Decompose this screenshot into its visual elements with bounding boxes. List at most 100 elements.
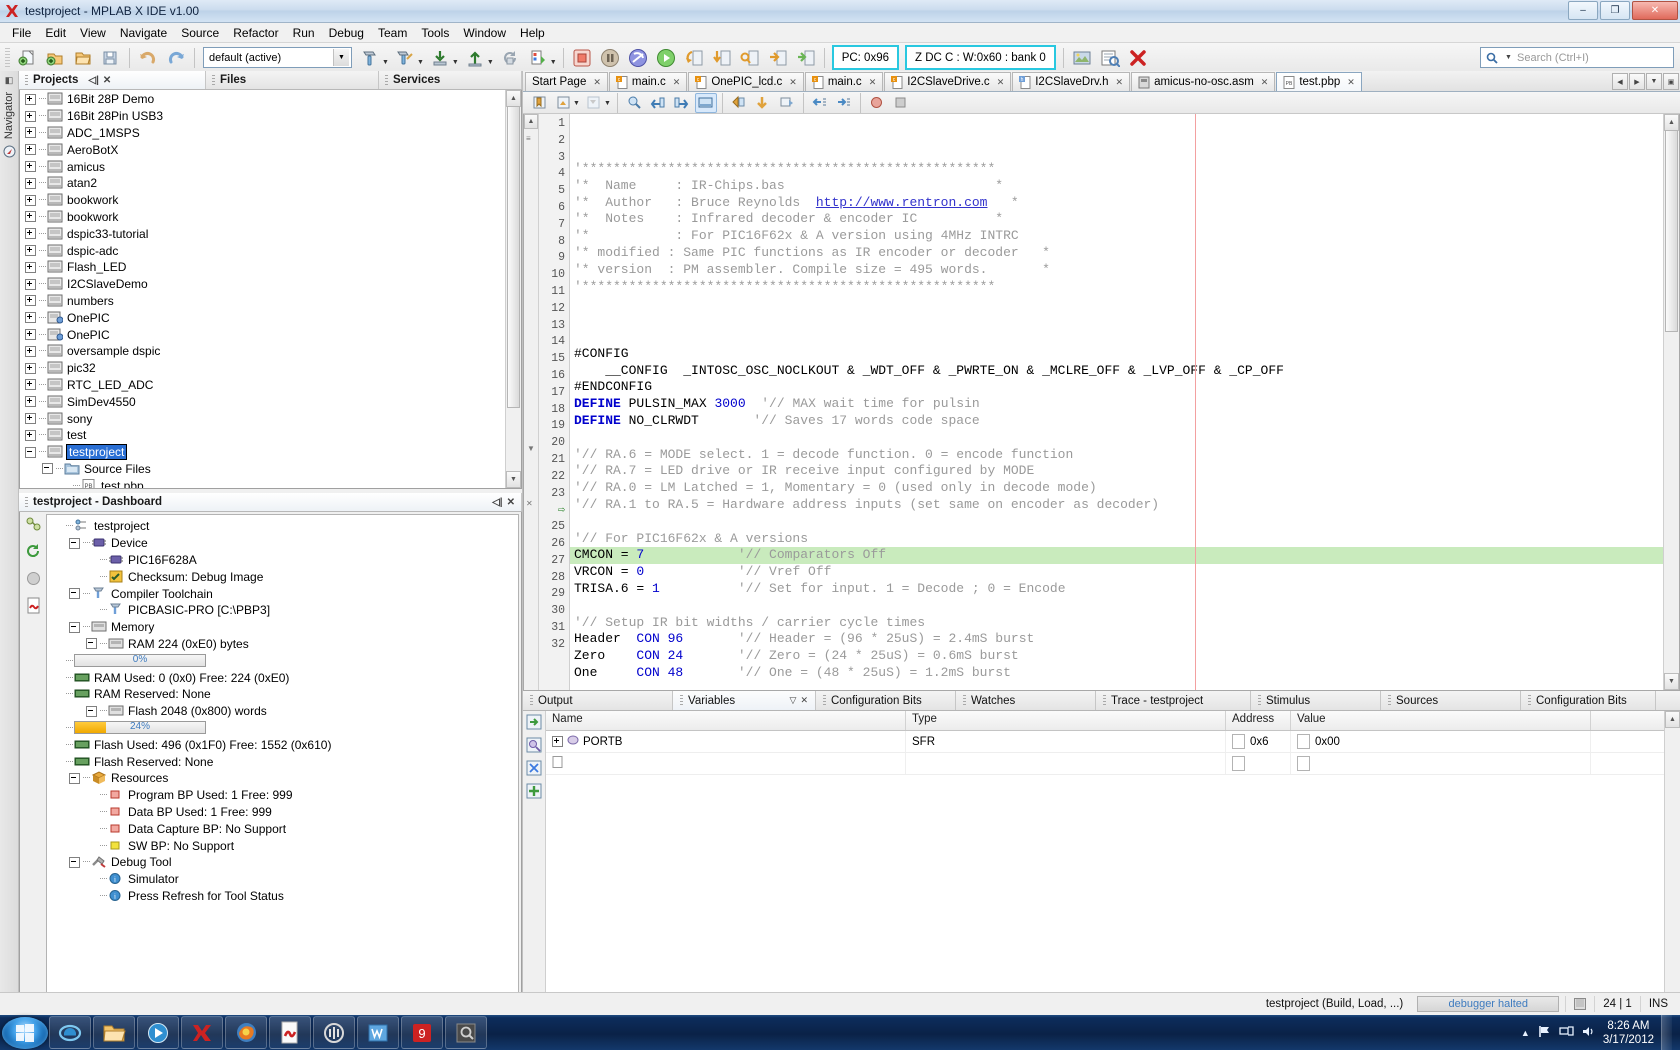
expand-plus-icon[interactable] [24,110,37,123]
watch-view-icon[interactable] [1097,45,1123,71]
menu-view[interactable]: View [73,24,113,42]
variables-scrollbar[interactable]: ▲ ▼ [1664,711,1680,1015]
code-line[interactable]: DEFINE NO_CLRWDT '// Saves 17 words code… [570,413,1679,430]
close-tab-icon[interactable]: ✕ [789,77,797,88]
project-tree-item-row[interactable]: dspic33-tutorial [24,225,521,242]
editor-vscrollbar[interactable]: ▲ ▼ [1663,114,1679,690]
project-tree-item-row[interactable]: Flash_LED [24,259,521,276]
editor-strip-arrow[interactable]: ▼ [527,444,535,453]
project-tree-item-row[interactable]: OnePIC [24,326,521,343]
add-watch-icon[interactable] [526,737,542,756]
watch-table[interactable]: NameTypeAddressValue PORTBSFR0x60x00 [546,711,1664,1015]
close-panel-icon[interactable]: ✕ [507,497,515,508]
address-edit-box[interactable] [1232,734,1245,749]
dashboard-item-row[interactable]: Program BP Used: 1 Free: 999 [51,787,518,804]
navigator-collapse-icon[interactable]: ◧ [5,75,14,86]
editor-left-strip[interactable]: ▲ ≡ ▼ ✕ [524,114,539,690]
taskbar-app-icon[interactable] [313,1016,355,1049]
clean-build-icon[interactable] [392,45,418,71]
editor-tab[interactable]: cOnePIC_lcd.c✕ [688,72,804,91]
projects-tree-panel[interactable]: 16Bit 28P Demo16Bit 28Pin USB3ADC_1MSPSA… [19,90,522,489]
dashboard-item-row[interactable]: RAM Reserved: None [51,686,518,703]
project-tree-item-row[interactable]: pic32 [24,360,521,377]
close-tab-icon[interactable]: ✕ [1261,77,1269,88]
dock-tab[interactable]: Stimulus [1251,691,1381,710]
project-tree-item-row[interactable]: test [24,427,521,444]
project-tree-item-row[interactable]: oversample dspic [24,343,521,360]
projects-scrollbar[interactable]: ▲ ▼ [505,90,521,488]
code-content[interactable]: '***************************************… [570,114,1679,690]
editor-tab[interactable]: cmain.c✕ [609,72,687,91]
expand-plus-icon[interactable] [24,210,37,223]
close-tab-icon[interactable]: ✕ [1116,77,1124,88]
code-line[interactable]: CMCON = 7 '// Comparators Off [570,547,1679,564]
expand-plus-icon[interactable] [24,194,37,207]
scroll-up-icon[interactable]: ▲ [1665,711,1680,728]
new-file-icon[interactable] [14,45,40,71]
tab-list-icon[interactable]: ▼ [1646,73,1662,90]
watch-address-cell[interactable]: 0x6 [1226,731,1291,752]
previous-edit-icon[interactable] [809,93,831,113]
project-tree-item-row[interactable]: ADC_1MSPS [24,125,521,142]
project-tree-item-row[interactable]: RTC_LED_ADC [24,377,521,394]
expand-plus-icon[interactable] [24,294,37,307]
dashboard-item-row[interactable]: 0% [51,652,518,669]
tray-network-icon[interactable] [1559,1024,1574,1042]
close-tab-icon[interactable]: ✕ [593,77,601,88]
code-line[interactable]: '* : For PIC16F62x & A version using 4MH… [570,228,1679,245]
collapse-minus-icon[interactable] [85,705,98,718]
start-button[interactable] [2,1017,48,1049]
shift-right-icon[interactable] [752,93,774,113]
project-tree-item-row[interactable]: amicus [24,158,521,175]
search-box[interactable]: ▼ Search (Ctrl+I) [1480,47,1674,68]
expand-plus-icon[interactable] [24,378,37,391]
reset-debug-icon[interactable] [625,45,651,71]
watch-column-header[interactable]: Value [1291,711,1591,730]
shift-left-icon[interactable] [728,93,750,113]
dashboard-item-row[interactable]: Resources [51,770,518,787]
code-line[interactable]: '// RA.6 = MODE select. 1 = decode funct… [570,447,1679,464]
collapse-minus-icon[interactable] [68,621,81,634]
make-and-program-icon[interactable] [427,45,453,71]
step-over-icon[interactable] [681,45,707,71]
dock-tab[interactable]: Configuration Bits [1521,691,1656,710]
continue-debug-icon[interactable] [653,45,679,71]
project-properties-icon[interactable] [25,516,42,536]
expand-plus-icon[interactable] [24,261,37,274]
toggle-breakpoint-icon[interactable] [866,93,888,113]
watch-name-cell[interactable] [546,753,906,774]
code-line[interactable]: '* Name : IR-Chips.bas * [570,178,1679,195]
expand-plus-icon[interactable] [24,126,37,139]
expand-plus-icon[interactable] [24,328,37,341]
dashboard-item-row[interactable]: Device [51,535,518,552]
code-line[interactable] [570,295,1679,312]
maximize-button[interactable]: ❐ [1600,1,1630,20]
expand-plus-icon[interactable] [24,177,37,190]
collapse-minus-icon[interactable] [68,772,81,785]
dock-tab[interactable]: Output [523,691,673,710]
dashboard-tree-container[interactable]: testprojectDevicePIC16F628AChecksum: Deb… [46,514,519,1012]
code-line[interactable]: VRCON = 0 '// Vref Off [570,564,1679,581]
code-line[interactable]: __CONFIG _INTOSC_OSC_NOCLKOUT & _WDT_OFF… [570,363,1679,380]
taskbar-pdf-icon[interactable] [269,1016,311,1049]
code-line[interactable]: #CONFIG [570,346,1679,363]
tab-scroll-left-icon[interactable]: ◀ [1612,73,1628,90]
delete-breakpoints-icon[interactable] [1125,45,1151,71]
tray-volume-icon[interactable] [1581,1024,1596,1042]
build-project-icon[interactable] [357,45,383,71]
expand-plus-icon[interactable] [24,143,37,156]
code-line[interactable]: '// RA.0 = LM Latched = 1, Momentary = 0… [570,480,1679,497]
maximize-editor-icon[interactable]: ▣ [1663,73,1679,90]
dashboard-item-row[interactable]: 24% [51,720,518,737]
dashboard-item-row[interactable]: testproject [51,518,518,535]
taskbar-utility-icon[interactable] [445,1016,487,1049]
minimize-panel-icon[interactable]: ◁| [88,75,99,86]
pause-debug-icon[interactable] [597,45,623,71]
comment-icon[interactable] [776,93,798,113]
watch-column-header[interactable]: Type [906,711,1226,730]
open-project-icon[interactable] [70,45,96,71]
code-line[interactable] [570,430,1679,447]
code-line[interactable]: '// Setup IR bit widths / carrier cycle … [570,615,1679,632]
taskbar-mediaplayer-icon[interactable] [137,1016,179,1049]
taskbar-word-icon[interactable] [357,1016,399,1049]
